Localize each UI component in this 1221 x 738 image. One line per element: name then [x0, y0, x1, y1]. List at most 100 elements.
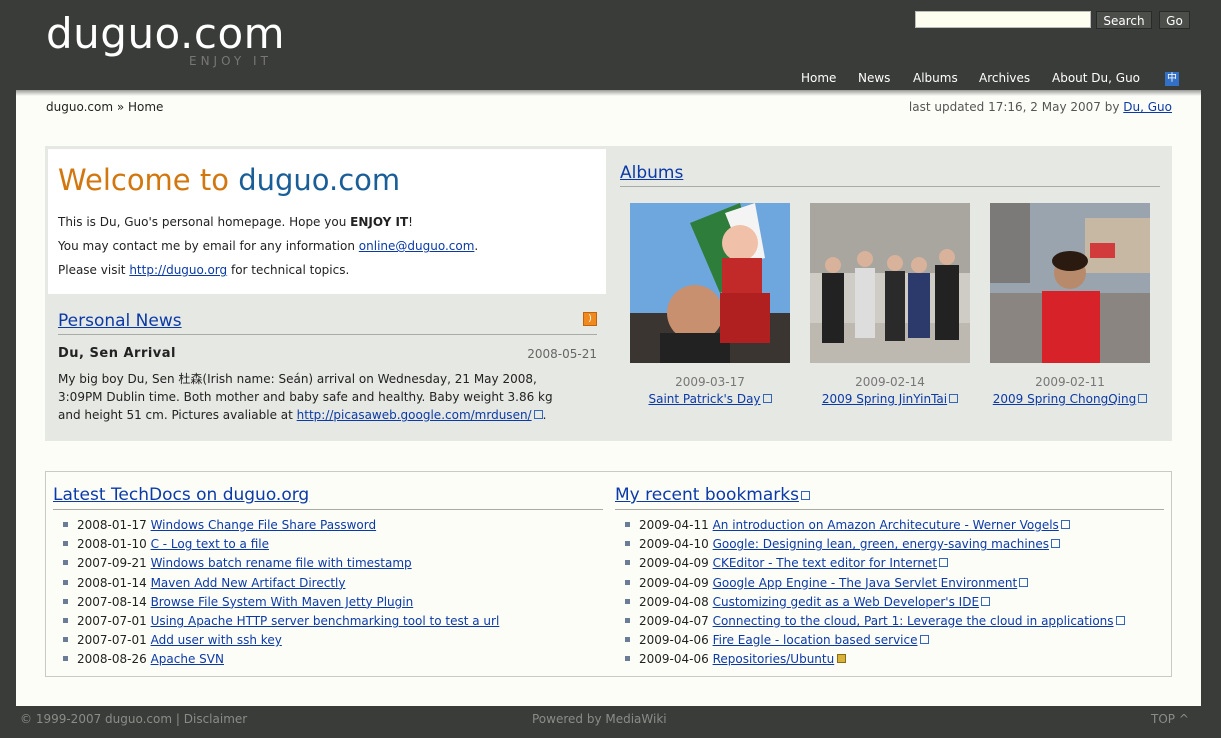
techdocs-heading[interactable]: Latest TechDocs on duguo.org	[53, 485, 309, 505]
techdoc-link[interactable]: Apache SVN	[151, 652, 224, 666]
external-link-icon	[1050, 539, 1060, 549]
list-item: 2009-04-10 Google: Designing lean, green…	[625, 535, 1125, 554]
external-link-icon	[1138, 394, 1148, 403]
welcome-title-prefix: Welcome to	[58, 163, 229, 197]
techdocs-divider	[53, 509, 603, 510]
last-updated-text: last updated 17:16, 2 May 2007 by	[908, 100, 1120, 114]
list-item: 2007-08-14 Browse File System With Maven…	[63, 593, 499, 612]
list-item: 2009-04-09 Google App Engine - The Java …	[625, 574, 1125, 593]
techdocs-list: 2008-01-17 Windows Change File Share Pas…	[63, 516, 499, 670]
techdoc-link[interactable]: Browse File System With Maven Jetty Plug…	[151, 595, 414, 609]
external-link-icon	[533, 410, 543, 419]
footer-powered[interactable]: Powered by MediaWiki	[532, 712, 667, 726]
album-caption-2: 2009 Spring JinYinTai	[800, 392, 980, 406]
nav-home[interactable]: Home	[801, 71, 836, 85]
enjoy-it-text: ENJOY IT	[350, 215, 409, 229]
author-link[interactable]: Du, Guo	[1123, 100, 1172, 114]
search-button[interactable]: Search	[1096, 11, 1152, 29]
album-photo-1[interactable]	[630, 203, 790, 363]
bookmark-link[interactable]: Repositories/Ubuntu	[713, 652, 835, 666]
welcome-line-3: Please visit http://duguo.org for techni…	[58, 263, 349, 277]
techdoc-link[interactable]: Add user with ssh key	[151, 633, 282, 647]
album-link-3[interactable]: 2009 Spring ChongQing	[993, 392, 1136, 406]
lock-icon	[837, 654, 847, 664]
album-date-3: 2009-02-11	[1035, 375, 1105, 389]
duguo-org-link[interactable]: http://duguo.org	[129, 263, 227, 277]
search-input[interactable]	[915, 11, 1091, 28]
personal-news-heading[interactable]: Personal News	[58, 311, 182, 331]
external-link-icon	[919, 635, 929, 645]
bookmark-link[interactable]: Google App Engine - The Java Servlet Env…	[713, 576, 1018, 590]
last-updated: last updated 17:16, 2 May 2007 by Du, Gu…	[909, 100, 1172, 114]
list-item: 2008-08-26 Apache SVN	[63, 650, 499, 669]
list-item: 2008-01-17 Windows Change File Share Pas…	[63, 516, 499, 535]
nav-about[interactable]: About Du, Guo	[1052, 71, 1140, 85]
album-date-1: 2009-03-17	[675, 375, 745, 389]
bookmark-link[interactable]: Customizing gedit as a Web Developer's I…	[713, 595, 979, 609]
news-body: My big boy Du, Sen 杜森(Irish name: Seán) …	[58, 370, 578, 424]
album-caption-3: 2009 Spring ChongQing	[980, 392, 1160, 406]
site-tagline: ENJOY IT	[189, 54, 272, 68]
external-link-icon	[939, 558, 949, 568]
welcome-panel: Welcome to duguo.com This is Du, Guo's p…	[48, 149, 606, 294]
bookmarks-heading-wrap: My recent bookmarks	[615, 485, 810, 505]
album-caption-1: Saint Patrick's Day	[620, 392, 800, 406]
external-link-icon	[949, 394, 959, 403]
news-title: Du, Sen Arrival	[58, 346, 177, 361]
techdoc-link[interactable]: Using Apache HTTP server benchmarking to…	[151, 614, 500, 628]
album-date-2: 2009-02-14	[855, 375, 925, 389]
copyright-text: © 1999-2007 duguo.com	[20, 712, 173, 726]
welcome-line-1: This is Du, Guo's personal homepage. Hop…	[58, 215, 413, 229]
techdoc-link[interactable]: Maven Add New Artifact Directly	[151, 576, 346, 590]
bookmarks-divider	[615, 509, 1164, 510]
list-item: 2009-04-06 Fire Eagle - location based s…	[625, 631, 1125, 650]
nav-albums[interactable]: Albums	[913, 71, 958, 85]
bookmark-link[interactable]: CKEditor - The text editor for Internet	[713, 556, 937, 570]
breadcrumb: duguo.com » Home	[46, 100, 164, 114]
external-link-icon	[1019, 577, 1029, 587]
disclaimer-link[interactable]: | Disclaimer	[176, 712, 247, 726]
bookmark-link[interactable]: Fire Eagle - location based service	[713, 633, 918, 647]
back-to-top-link[interactable]: TOP ^	[1151, 712, 1189, 726]
welcome-title: Welcome to duguo.com	[58, 163, 400, 197]
welcome-line-1-text: This is Du, Guo's personal homepage. Hop…	[58, 215, 347, 229]
album-link-1[interactable]: Saint Patrick's Day	[648, 392, 760, 406]
external-link-icon	[1115, 615, 1125, 625]
welcome-line-3-text: Please visit	[58, 263, 126, 277]
list-item: 2007-09-21 Windows batch rename file wit…	[63, 554, 499, 573]
albums-divider	[620, 186, 1160, 187]
site-header: duguo.com ENJOY IT Search Go Home News A…	[16, 0, 1201, 90]
techdoc-link[interactable]: C - Log text to a file	[151, 537, 269, 551]
header-shadow	[16, 90, 1201, 96]
nav-archives[interactable]: Archives	[979, 71, 1030, 85]
welcome-line-2-end: .	[474, 239, 479, 253]
nav-news[interactable]: News	[858, 71, 890, 85]
site-logo[interactable]: duguo.com	[46, 9, 285, 58]
go-button[interactable]: Go	[1159, 11, 1190, 29]
external-link-icon	[981, 596, 991, 606]
external-link-icon	[800, 491, 810, 500]
news-divider	[58, 334, 597, 335]
list-item: 2009-04-11 An introduction on Amazon Arc…	[625, 516, 1125, 535]
page-frame: duguo.com ENJOY IT Search Go Home News A…	[16, 0, 1201, 706]
welcome-line-2-text: You may contact me by email for any info…	[58, 239, 355, 253]
bookmark-link[interactable]: An introduction on Amazon Architecuture …	[713, 518, 1059, 532]
list-item: 2009-04-07 Connecting to the cloud, Part…	[625, 612, 1125, 631]
bookmark-link[interactable]: Google: Designing lean, green, energy-sa…	[713, 537, 1049, 551]
techdoc-link[interactable]: Windows Change File Share Password	[151, 518, 377, 532]
albums-heading[interactable]: Albums	[620, 163, 683, 183]
language-icon[interactable]: 中	[1165, 72, 1179, 86]
rss-icon[interactable]: )	[583, 312, 597, 326]
email-link[interactable]: online@duguo.com	[359, 239, 475, 253]
list-item: 2007-07-01 Using Apache HTTP server benc…	[63, 612, 499, 631]
external-link-icon	[762, 394, 772, 403]
techdoc-link[interactable]: Windows batch rename file with timestamp	[151, 556, 412, 570]
bookmarks-heading[interactable]: My recent bookmarks	[615, 485, 799, 505]
album-link-2[interactable]: 2009 Spring JinYinTai	[822, 392, 947, 406]
picasa-link[interactable]: http://picasaweb.google.com/mrdusen/	[297, 408, 532, 422]
bookmark-link[interactable]: Connecting to the cloud, Part 1: Leverag…	[713, 614, 1114, 628]
album-photo-3[interactable]	[990, 203, 1150, 363]
list-item: 2008-01-10 C - Log text to a file	[63, 535, 499, 554]
album-photo-2[interactable]	[810, 203, 970, 363]
top-section: Welcome to duguo.com This is Du, Guo's p…	[45, 146, 1172, 441]
